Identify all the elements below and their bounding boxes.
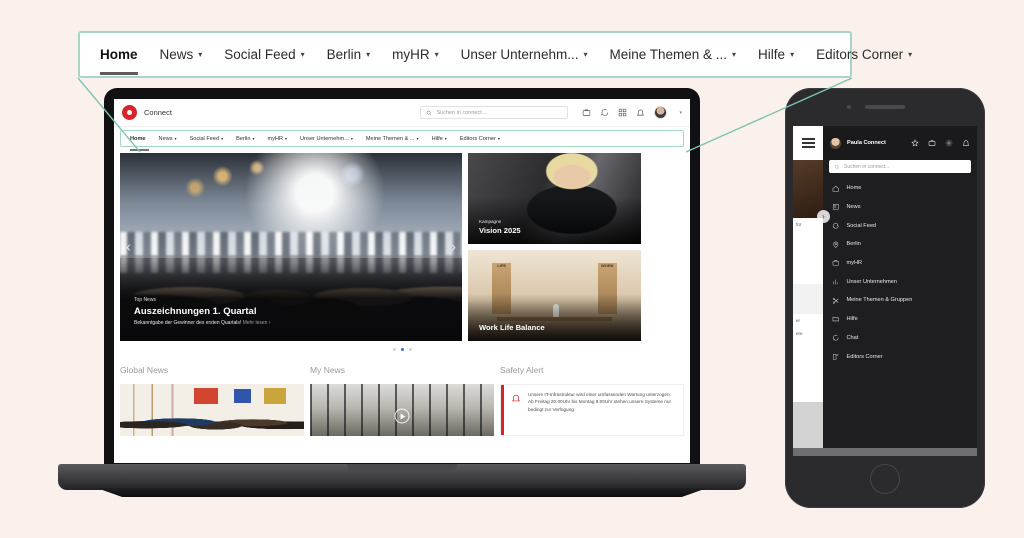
chevron-down-icon: ▾ [790, 50, 795, 59]
callout-nav-label: Home [100, 47, 138, 62]
callout-nav-label: Meine Themen & ... [609, 47, 728, 62]
callout-nav-item-news[interactable]: News ▾ [160, 47, 203, 62]
callout-nav-item-unser-unternehmen[interactable]: Unser Unternehm... ▾ [461, 47, 588, 62]
callout-nav-label: Hilfe [758, 47, 786, 62]
chevron-down-icon: ▾ [732, 50, 737, 59]
callout-nav-label: Social Feed [224, 47, 296, 62]
chevron-down-icon: ▾ [366, 50, 371, 59]
callout-nav-label: myHR [392, 47, 430, 62]
chevron-down-icon: ▾ [908, 50, 913, 59]
callout-connector-lines [77, 77, 853, 153]
callout-nav-item-myhr[interactable]: myHR ▾ [392, 47, 439, 62]
callout-nav-label: Editors Corner [816, 47, 904, 62]
callout-nav-item-editors-corner[interactable]: Editors Corner ▾ [816, 47, 912, 62]
chevron-down-icon: ▾ [583, 50, 588, 59]
callout-nav-item-berlin[interactable]: Berlin ▾ [327, 47, 371, 62]
callout-nav-item-meine-themen[interactable]: Meine Themen & ... ▾ [609, 47, 736, 62]
callout-nav-panel: Home News ▾ Social Feed ▾ Berlin ▾ myHR … [78, 31, 912, 78]
chevron-down-icon: ▾ [434, 50, 439, 59]
callout-nav-label: Berlin [326, 47, 362, 62]
callout-nav-item-home[interactable]: Home [100, 47, 138, 75]
screenshot-root: Home News ▾ Social Feed ▾ Berlin ▾ myHR … [0, 0, 1024, 538]
callout-nav-item-hilfe[interactable]: Hilfe ▾ [758, 47, 794, 62]
chevron-down-icon: ▾ [198, 50, 203, 59]
callout-nav-label: News [159, 47, 194, 62]
callout-nav-label: Unser Unternehm... [460, 47, 579, 62]
callout-nav-item-social-feed[interactable]: Social Feed ▾ [224, 47, 304, 62]
chevron-down-icon: ▾ [300, 50, 305, 59]
